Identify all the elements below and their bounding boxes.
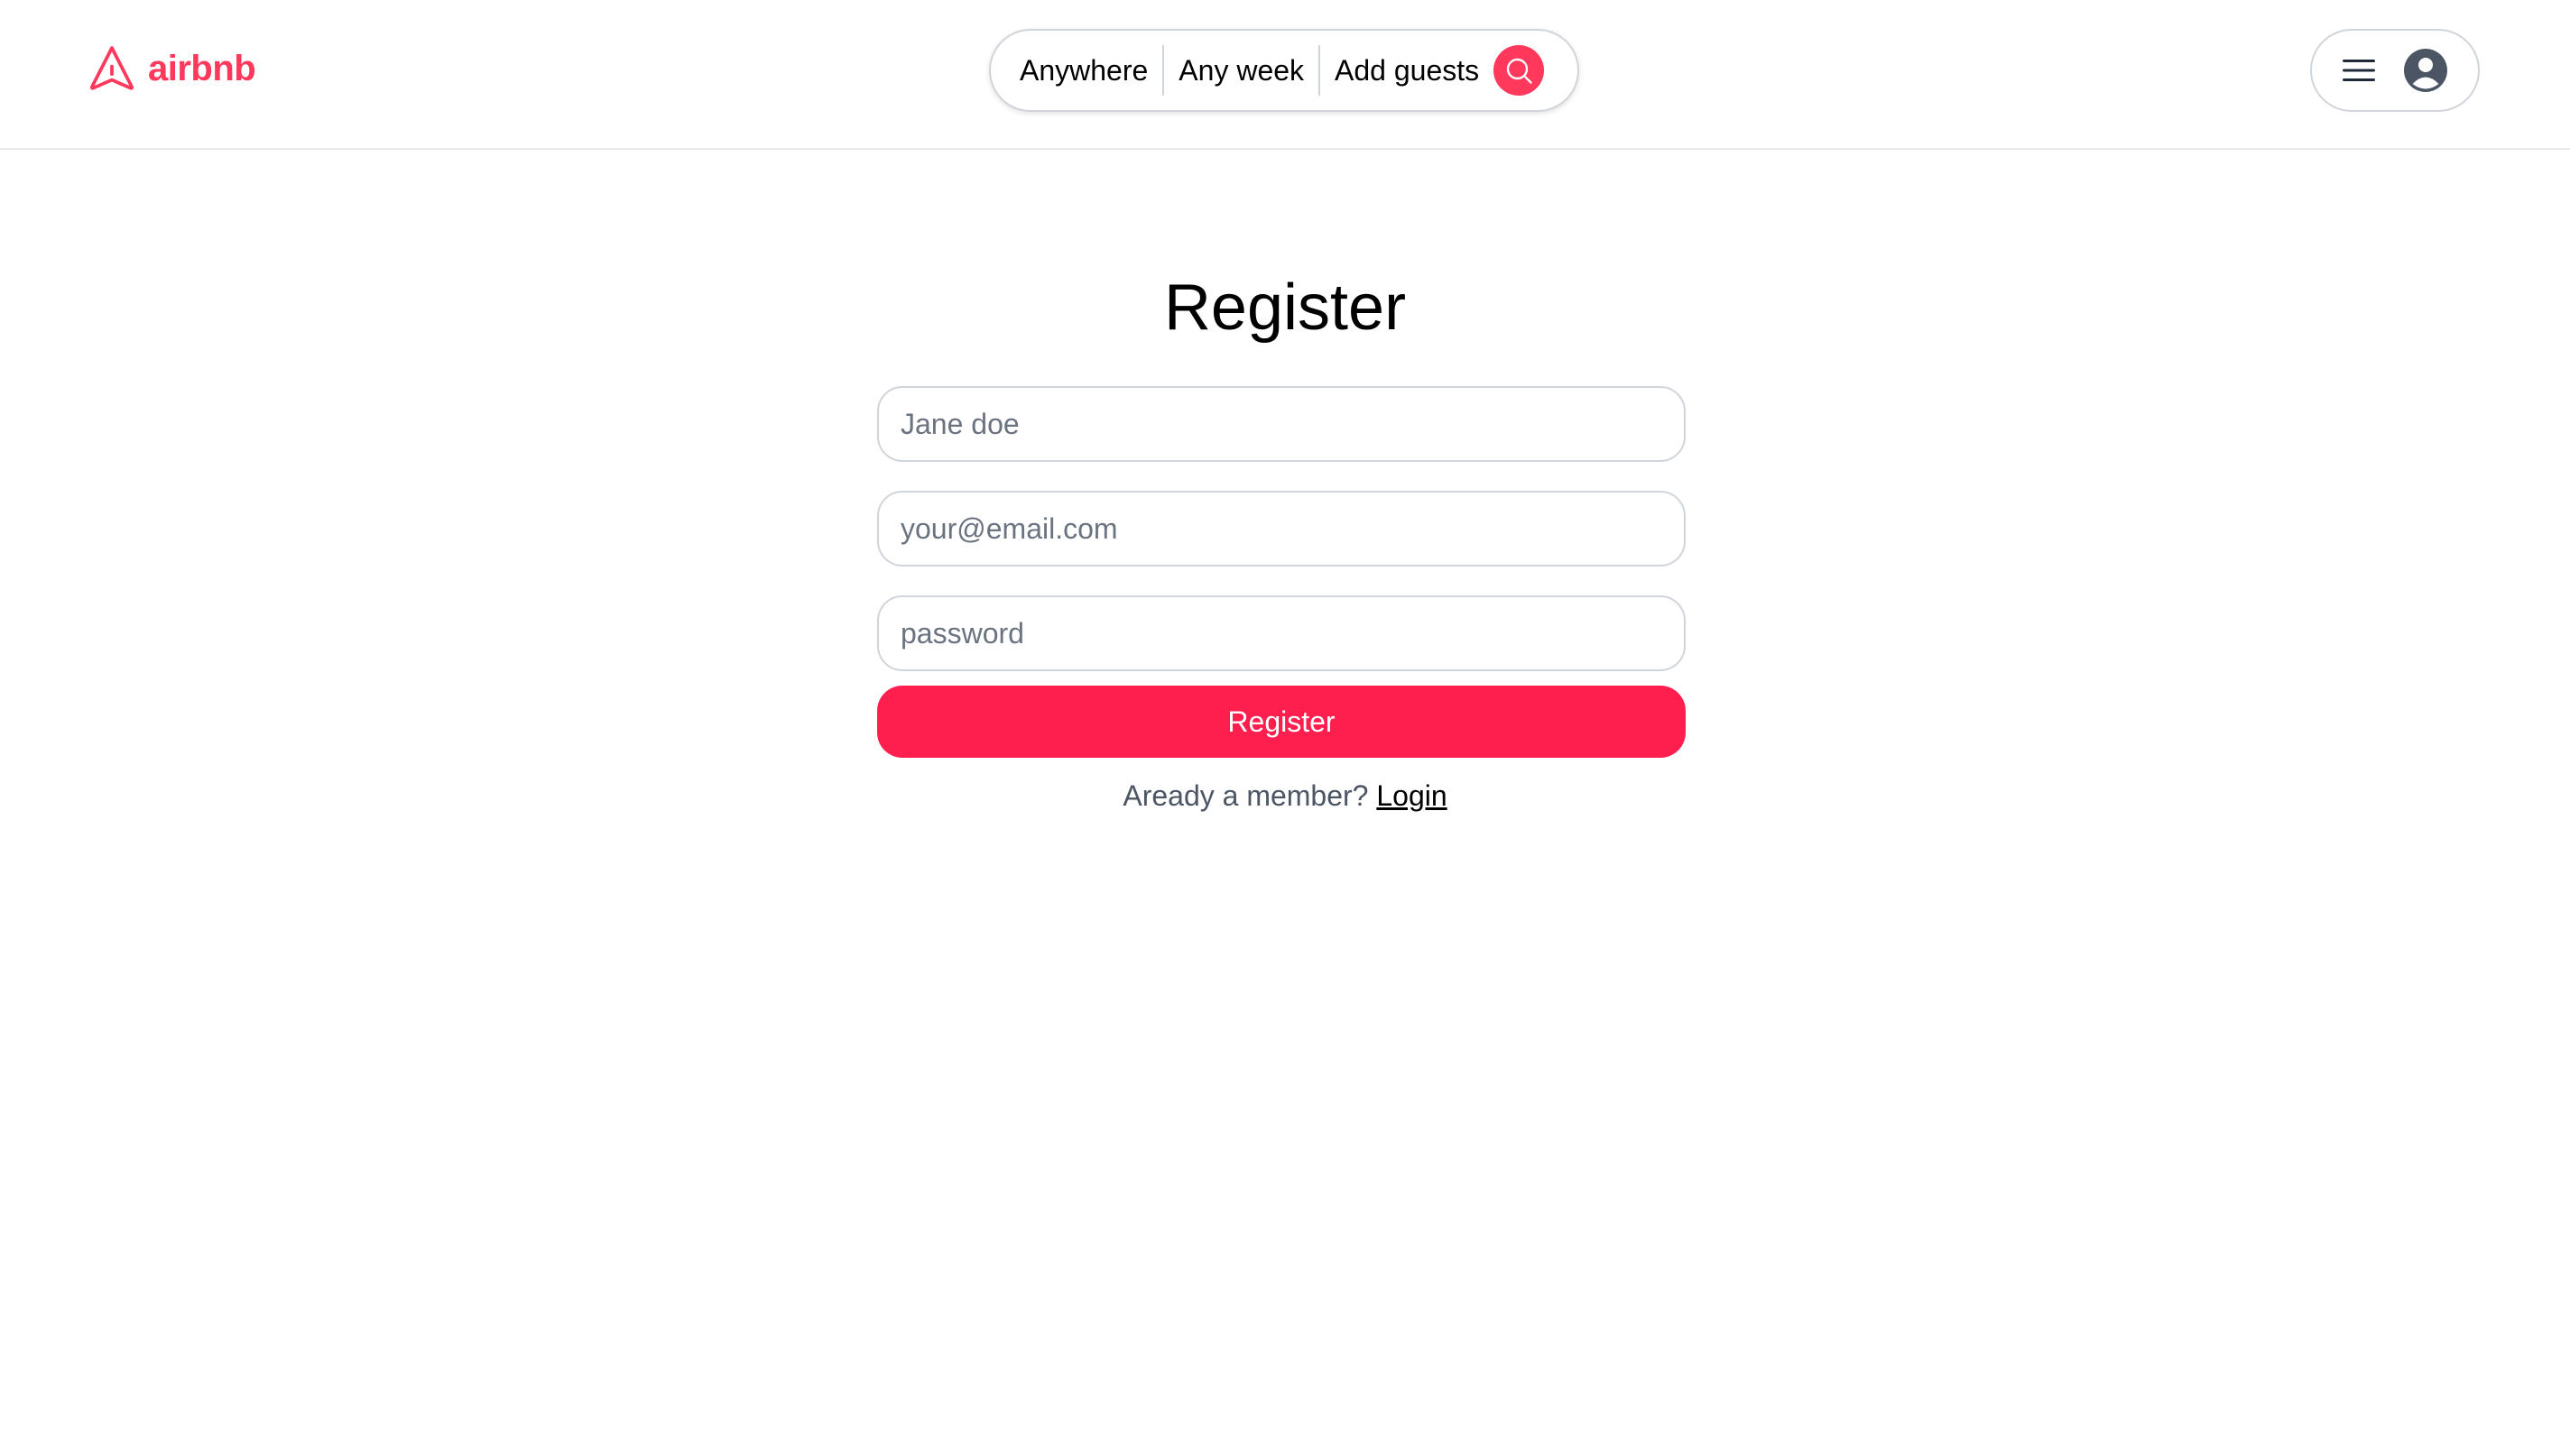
user-menu-button[interactable] <box>2310 29 2480 112</box>
password-input[interactable] <box>877 595 1686 671</box>
search-divider <box>1162 45 1165 96</box>
search-divider <box>1318 45 1321 96</box>
search-add-guests[interactable]: Add guests <box>1335 54 1479 88</box>
search-anywhere[interactable]: Anywhere <box>1020 54 1148 88</box>
search-button[interactable] <box>1493 45 1545 96</box>
search-bar[interactable]: Anywhere Any week Add guests <box>989 29 1579 112</box>
user-avatar-icon <box>2404 49 2447 92</box>
top-navbar: airbnb Anywhere Any week Add guests <box>0 0 2570 150</box>
register-button[interactable]: Register <box>877 686 1686 758</box>
email-input[interactable] <box>877 491 1686 567</box>
login-link[interactable]: Login <box>1376 779 1447 812</box>
airbnb-logo-icon <box>87 43 137 94</box>
search-icon <box>1502 54 1535 87</box>
name-input[interactable] <box>877 386 1686 462</box>
search-any-week[interactable]: Any week <box>1179 54 1304 88</box>
member-prompt-text: Aready a member? <box>1123 779 1369 812</box>
hamburger-menu-icon <box>2343 58 2375 83</box>
login-prompt: Aready a member? Login <box>0 776 2570 816</box>
logo-text: airbnb <box>148 48 256 88</box>
logo-link[interactable]: airbnb <box>87 43 256 94</box>
page-title: Register <box>1163 272 1407 344</box>
